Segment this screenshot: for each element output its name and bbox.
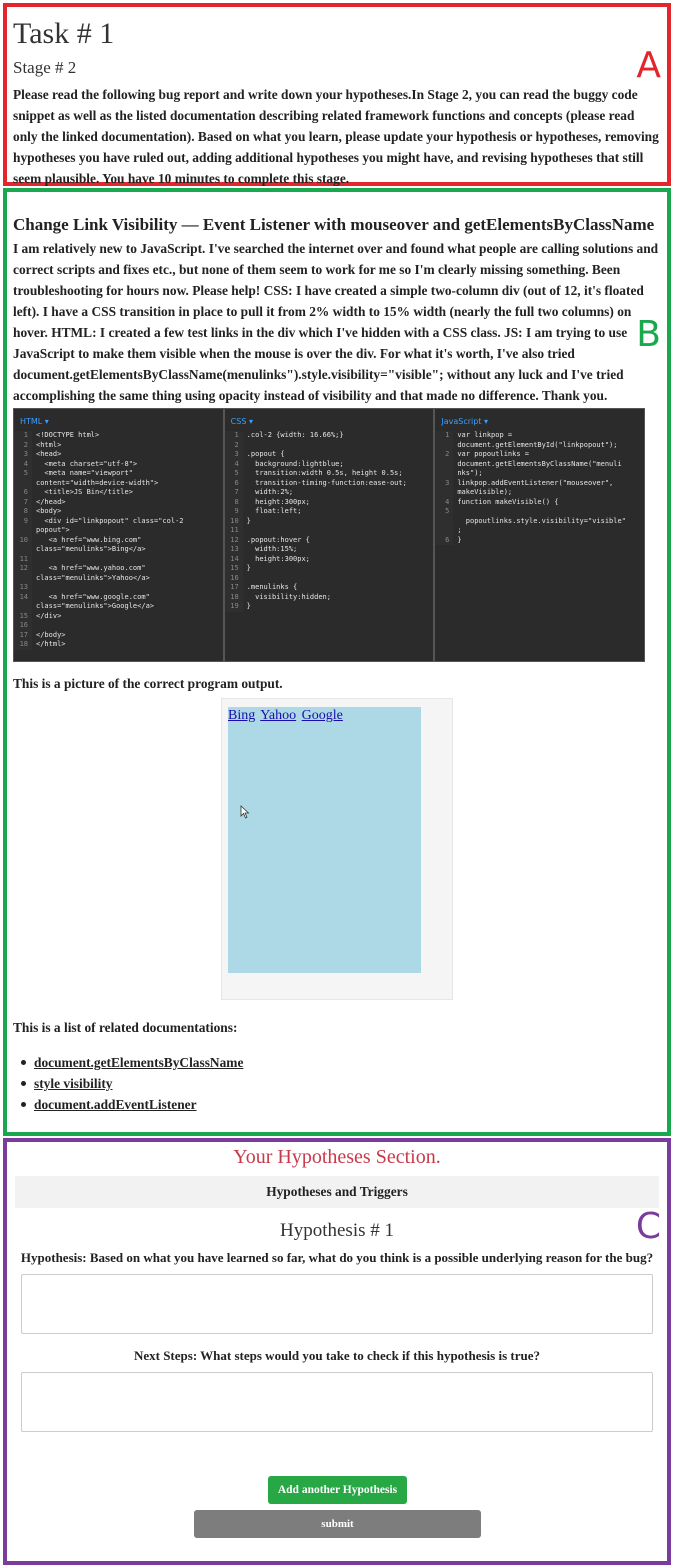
next-steps-field[interactable] — [21, 1372, 653, 1432]
submit-button[interactable]: submit — [194, 1510, 481, 1538]
output-links: Bing Yahoo Google — [228, 707, 421, 724]
output-caption: This is a picture of the correct program… — [13, 676, 283, 691]
css-code-column: CSS ▾ 1 2 3 4 5 6 7 8 9 10 11 12 13 14 1… — [224, 409, 436, 661]
bullet-icon — [21, 1081, 26, 1086]
list-item: style visibility — [21, 1073, 243, 1094]
section-label-a: A — [636, 45, 661, 86]
css-tab[interactable]: CSS ▾ — [225, 409, 434, 431]
bug-report-title: Change Link Visibility — Event Listener … — [13, 215, 655, 234]
js-code-column: JavaScript ▾ 1 2 3 4 5 6 var linkpop = d… — [435, 409, 644, 661]
tab-hypotheses-and-triggers[interactable]: Hypotheses and Triggers — [15, 1176, 659, 1208]
section-label-c: C — [635, 1206, 661, 1247]
output-link-yahoo: Yahoo — [260, 708, 297, 723]
list-item: document.getElementsByClassName — [21, 1052, 243, 1073]
bug-report-body: I am relatively new to JavaScript. I've … — [13, 241, 659, 403]
html-code-column: HTML ▾ 1 2 3 4 5 6 7 8 9 10 11 12 13 14 … — [14, 409, 225, 661]
task-title: Task # 1 — [13, 17, 115, 50]
bug-report-section: Change Link Visibility — Event Listener … — [3, 188, 671, 1136]
list-item: document.addEventListener — [21, 1094, 243, 1115]
hypothesis-field[interactable] — [21, 1274, 653, 1334]
add-hypothesis-button[interactable]: Add another Hypothesis — [268, 1476, 407, 1504]
code-snippet-panel: HTML ▾ 1 2 3 4 5 6 7 8 9 10 11 12 13 14 … — [13, 408, 645, 662]
js-code: var linkpop = document.getElementById("l… — [457, 431, 626, 544]
hypotheses-section-title: Your Hypotheses Section. — [233, 1146, 441, 1168]
output-link-google: Google — [301, 708, 343, 723]
hypothesis-question: Hypothesis: Based on what you have learn… — [20, 1250, 654, 1265]
stage-title: Stage # 2 — [13, 58, 77, 77]
docs-list: document.getElementsByClassName style vi… — [21, 1052, 243, 1115]
stage-instructions: Please read the following bug report and… — [13, 87, 659, 186]
doc-link-addeventlistener[interactable]: document.addEventListener — [34, 1094, 197, 1115]
docs-caption: This is a list of related documentations… — [13, 1020, 238, 1035]
javascript-tab[interactable]: JavaScript ▾ — [435, 409, 644, 431]
next-steps-question: Next Steps: What steps would you take to… — [133, 1348, 541, 1363]
css-line-numbers: 1 2 3 4 5 6 7 8 9 10 11 12 13 14 15 16 1… — [224, 431, 243, 612]
doc-link-style-visibility[interactable]: style visibility — [34, 1073, 113, 1094]
html-code: <!DOCTYPE html> <html> <head> <meta char… — [36, 431, 184, 648]
doc-link-getelementsbyclassname[interactable]: document.getElementsByClassName — [34, 1052, 243, 1073]
section-label-b: B — [636, 314, 661, 355]
mouse-cursor-icon — [240, 805, 250, 819]
html-line-numbers: 1 2 3 4 5 6 7 8 9 10 11 12 13 14 15 16 1… — [14, 431, 32, 650]
html-tab[interactable]: HTML ▾ — [14, 409, 223, 431]
task-instructions-section: Task # 1 Stage # 2 Please read the follo… — [3, 3, 671, 186]
correct-output-image: Bing Yahoo Google — [221, 698, 453, 1000]
output-link-bing: Bing — [228, 708, 256, 723]
output-popout-box: Bing Yahoo Google — [228, 707, 421, 973]
css-code: .col-2 {width: 16.66%;} .popout { backgr… — [246, 431, 407, 610]
js-line-numbers: 1 2 3 4 5 6 — [435, 431, 454, 545]
hypotheses-section: Your Hypotheses Section. Hypotheses and … — [3, 1138, 671, 1565]
bullet-icon — [21, 1060, 26, 1065]
bullet-icon — [21, 1102, 26, 1107]
hypothesis-title: Hypothesis # 1 — [280, 1220, 394, 1241]
